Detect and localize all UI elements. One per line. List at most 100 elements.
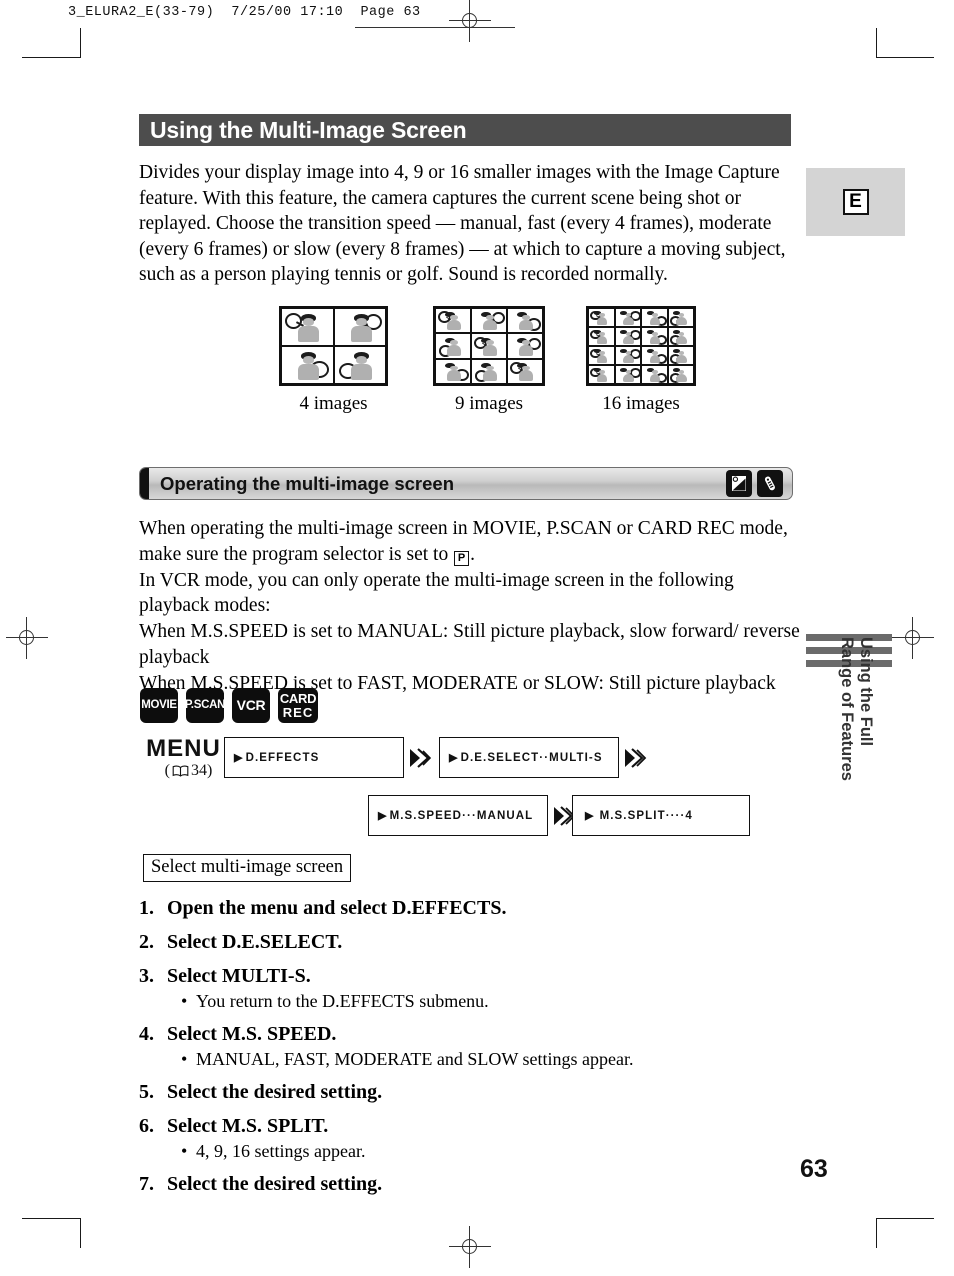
bullet-icon: • xyxy=(181,1049,188,1069)
subsection-accent-block xyxy=(140,468,149,499)
multi-image-cell xyxy=(641,365,668,384)
figure-caption: 4 images xyxy=(299,393,368,414)
step-text: Open the menu and select D.EFFECTS. xyxy=(167,897,507,919)
step-number: 4. xyxy=(139,1023,154,1045)
menu-page-reference: ( 34) xyxy=(141,762,236,782)
side-tab-line-1: Using the Full xyxy=(857,637,875,747)
subsection-header: Operating the multi-image screen xyxy=(139,467,793,500)
multi-image-grid xyxy=(586,306,696,386)
program-selector-symbol: P xyxy=(454,550,470,566)
step-text: Select D.E.SELECT. xyxy=(167,931,343,953)
multi-image-cell xyxy=(614,365,641,384)
body-line-1b: . xyxy=(470,543,475,565)
intro-paragraph: Divides your display image into 4, 9 or … xyxy=(139,162,786,286)
multi-image-cell xyxy=(588,365,615,384)
multi-image-cell xyxy=(471,333,507,359)
multi-image-cell xyxy=(435,308,471,334)
step-item: 6. Select M.S. SPLIT. xyxy=(139,1115,779,1138)
cursor-triangle-icon: ▶ xyxy=(585,810,595,822)
menu-box-ms-split: ▶ M.S.SPLIT····4 xyxy=(572,795,750,836)
step-note: • You return to the D.EFFECTS submenu. xyxy=(181,991,779,1012)
step-text: Select the desired setting. xyxy=(167,1081,383,1103)
mode-badge-movie: MOVIE xyxy=(140,688,178,723)
remote-control-icon xyxy=(757,470,783,497)
multi-image-grid xyxy=(433,306,545,386)
operating-body-text: When operating the multi-image screen in… xyxy=(139,516,801,697)
multi-image-cell xyxy=(333,346,386,384)
flow-arrow-1 xyxy=(409,747,431,769)
step-note-text: MANUAL, FAST, MODERATE and SLOW settings… xyxy=(196,1049,634,1069)
multi-image-cell xyxy=(588,346,615,365)
multi-image-cell xyxy=(667,346,694,365)
step-number: 3. xyxy=(139,965,154,987)
step-text: Select MULTI-S. xyxy=(167,965,311,987)
menu-box-text: D.EFFECTS xyxy=(245,751,320,764)
menu-ref-page: 34 xyxy=(191,762,207,779)
subsection-title: Operating the multi-image screen xyxy=(160,472,455,494)
step-text: Select M.S. SPEED. xyxy=(167,1023,337,1045)
multi-image-cell xyxy=(641,327,668,346)
multi-image-cell xyxy=(435,333,471,359)
figure-caption: 16 images xyxy=(602,393,680,414)
figure-caption: 9 images xyxy=(454,393,524,414)
figure-4-images: 4 images xyxy=(279,306,388,415)
multi-image-cell xyxy=(667,365,694,384)
figure-9-images: 9 images xyxy=(433,306,545,415)
step-note: • 4, 9, 16 settings appear. xyxy=(181,1141,779,1162)
multi-image-cell xyxy=(471,308,507,334)
book-icon xyxy=(172,764,189,782)
side-tab-label: Using the Full Range of Features xyxy=(837,637,875,817)
multi-image-cell xyxy=(667,308,694,327)
multi-image-cell xyxy=(614,308,641,327)
multi-image-cell xyxy=(281,346,334,384)
callout-label: Select multi-image screen xyxy=(143,854,352,882)
mode-badge-label-2: REC xyxy=(282,704,314,720)
bullet-icon: • xyxy=(181,991,188,1011)
multi-image-cell xyxy=(333,308,386,346)
step-text: Select the desired setting. xyxy=(167,1173,383,1195)
language-tab-label: E xyxy=(842,189,869,215)
multi-image-cell xyxy=(614,327,641,346)
menu-box-text: D.E.SELECT··MULTI-S xyxy=(460,751,603,764)
cursor-triangle-icon: ▶ xyxy=(234,752,244,764)
step-text: Select M.S. SPLIT. xyxy=(167,1115,329,1137)
step-number: 2. xyxy=(139,931,154,953)
step-number: 7. xyxy=(139,1173,154,1195)
figure-strip: 4 images 9 images 16 images xyxy=(139,306,799,421)
multi-image-cell xyxy=(507,308,543,334)
paren-close: ) xyxy=(207,762,213,779)
multi-image-cell xyxy=(471,358,507,384)
mode-badge-vcr: VCR xyxy=(232,688,270,723)
step-note-text: 4, 9, 16 settings appear. xyxy=(196,1141,366,1161)
multi-image-cell xyxy=(588,327,615,346)
side-tab-line-2: Range of Features xyxy=(838,637,856,781)
cursor-triangle-icon: ▶ xyxy=(378,810,388,822)
step-note-text: You return to the D.EFFECTS submenu. xyxy=(196,991,489,1011)
mode-badge-label: CARD xyxy=(279,691,317,707)
body-line-3: When M.S.SPEED is set to MANUAL: Still p… xyxy=(139,621,800,668)
cursor-triangle-icon: ▶ xyxy=(449,752,459,764)
multi-image-cell xyxy=(614,346,641,365)
step-item: 5. Select the desired setting. xyxy=(139,1081,779,1104)
menu-box-de-select: ▶ D.E.SELECT··MULTI-S xyxy=(439,737,619,778)
multi-image-cell xyxy=(667,327,694,346)
body-line-2: In VCR mode, you can only operate the mu… xyxy=(139,569,734,617)
flow-arrow-2 xyxy=(624,747,648,769)
menu-box-text: M.S.SPLIT····4 xyxy=(599,809,693,822)
multi-image-cell xyxy=(281,308,334,346)
procedure-steps: 1. Open the menu and select D.EFFECTS. 2… xyxy=(139,886,779,1196)
step-item: 7. Select the desired setting. xyxy=(139,1173,779,1196)
menu-button-label: MENU xyxy=(146,735,221,762)
mode-badge-pscan: P.SCAN xyxy=(185,688,225,723)
step-number: 5. xyxy=(139,1081,154,1103)
figure-16-images: 16 images xyxy=(586,306,696,415)
language-tab: E xyxy=(806,168,905,236)
step-item: 3. Select MULTI-S. xyxy=(139,965,779,988)
lcd-screen-icon xyxy=(726,470,752,497)
step-item: 1. Open the menu and select D.EFFECTS. xyxy=(139,897,779,920)
subsection-icon-group xyxy=(726,470,783,497)
bullet-icon: • xyxy=(181,1141,188,1161)
multi-image-cell xyxy=(641,346,668,365)
multi-image-cell xyxy=(507,358,543,384)
chapter-side-tab: Using the Full Range of Features xyxy=(806,630,906,870)
